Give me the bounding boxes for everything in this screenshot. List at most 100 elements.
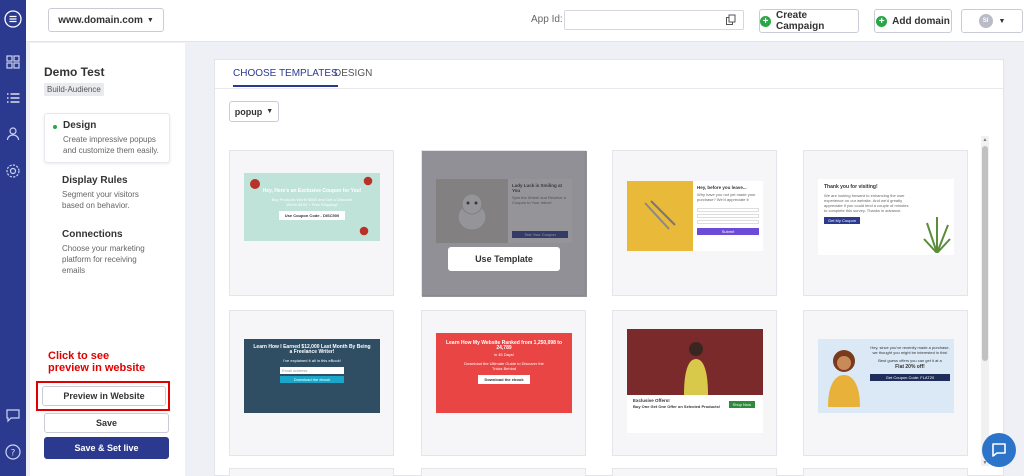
template-cta: Get My Coupon xyxy=(824,217,861,224)
template-body: We are looking forward to enhancing the … xyxy=(824,193,909,213)
menu-icon[interactable] xyxy=(4,10,22,28)
app-id-label: App Id: xyxy=(531,14,563,25)
step-title: Connections xyxy=(62,229,123,240)
dashboard-icon[interactable] xyxy=(4,53,22,71)
avatar: SI xyxy=(978,14,993,28)
template-body: I've explained it all in this eBook! xyxy=(283,358,341,363)
template-headline: Hey, since you've recently made a purcha… xyxy=(870,345,950,355)
template-card[interactable]: Hey, since you've recently made a purcha… xyxy=(803,310,968,456)
annotation-text: Click to see preview in website xyxy=(48,350,145,374)
ornament-icon xyxy=(250,179,260,189)
template-image xyxy=(627,181,693,251)
list-icon[interactable] xyxy=(4,89,22,107)
plant-icon xyxy=(923,217,951,253)
use-template-button[interactable]: Use Template xyxy=(448,247,560,271)
template-type-dropdown[interactable]: popup ▼ xyxy=(229,101,279,122)
step-description: Choose your marketing platform for recei… xyxy=(62,244,145,275)
template-card[interactable] xyxy=(421,468,586,476)
step-design[interactable]: Design Create impressive popups and cust… xyxy=(44,113,170,163)
help-icon[interactable]: ? xyxy=(4,443,22,461)
template-card[interactable]: Learn How My Website Ranked from 1,250,0… xyxy=(421,310,586,456)
step-display-rules[interactable]: Display Rules Segment your visitors base… xyxy=(44,169,170,217)
template-card[interactable] xyxy=(803,468,968,476)
active-step-dot xyxy=(53,125,57,129)
template-card[interactable] xyxy=(612,468,777,476)
caret-down-icon: ▼ xyxy=(266,108,274,115)
template-text-area: Hey, since you've recently made a purcha… xyxy=(866,343,950,409)
template-headline: Learn How My Website Ranked from 1,250,0… xyxy=(445,340,563,351)
live-chat-button[interactable] xyxy=(982,433,1016,467)
template-body: Why have you not yet made your purchase?… xyxy=(697,192,756,202)
template-cta: Shop Now xyxy=(728,401,755,408)
templates-panel: CHOOSE TEMPLATES DESIGN popup ▼ Hey, Her… xyxy=(214,59,1004,476)
template-card[interactable] xyxy=(229,468,394,476)
person-icon xyxy=(828,350,860,407)
add-domain-label: Add domain xyxy=(892,15,950,27)
left-rail: ? xyxy=(0,0,26,476)
template-body: Download the Ultimate Guide to Discover … xyxy=(464,361,544,371)
preview-in-website-button[interactable]: Preview in Website xyxy=(42,386,166,406)
person-icon xyxy=(684,342,708,395)
template-thumbnail: Exclusive Offers! Buy One Get One Offer … xyxy=(627,329,763,433)
template-card[interactable]: Exclusive Offers! Buy One Get One Offer … xyxy=(612,310,777,456)
save-button[interactable]: Save xyxy=(44,413,169,433)
template-headline: Learn How I Earned $12,000 Last Month By… xyxy=(253,344,371,355)
chat-bubble-icon[interactable] xyxy=(4,406,22,424)
template-cta: Download the ebook xyxy=(478,375,530,384)
template-thumbnail: Learn How My Website Ranked from 1,250,0… xyxy=(436,333,572,413)
step-title: Design xyxy=(63,120,97,131)
template-card[interactable]: Hey, before you leave... Why have you no… xyxy=(612,150,777,296)
template-option xyxy=(697,208,759,212)
create-campaign-button[interactable]: + Create Campaign xyxy=(759,9,859,33)
template-card-hovered[interactable]: Lady Luck is Smiling at You Spin the Whe… xyxy=(421,150,587,297)
template-cta: Submit xyxy=(697,228,759,235)
template-option xyxy=(697,220,759,224)
step-description: Create impressive popups and customize t… xyxy=(63,135,159,155)
campaign-sidebar: Demo Test Build-Audience Design Create i… xyxy=(30,43,185,476)
hover-overlay xyxy=(422,151,587,297)
svg-text:?: ? xyxy=(11,449,16,459)
save-and-set-live-button[interactable]: Save & Set live xyxy=(44,437,169,459)
tab-choose-templates[interactable]: CHOOSE TEMPLATES xyxy=(233,68,338,87)
step-title: Display Rules xyxy=(62,175,128,186)
scrollbar-thumb[interactable] xyxy=(982,146,988,361)
campaign-title: Demo Test xyxy=(44,65,105,79)
ornament-icon xyxy=(359,226,369,236)
template-thumbnail: Hey, since you've recently made a purcha… xyxy=(818,339,954,413)
create-campaign-label: Create Campaign xyxy=(775,10,825,32)
template-headline: Thank you for visiting! xyxy=(824,184,878,190)
template-card[interactable]: Learn How I Earned $12,000 Last Month By… xyxy=(229,310,394,456)
template-card[interactable]: Thank you for visiting! We are looking f… xyxy=(803,150,968,296)
template-cta: Use Coupon Code - DISC500 xyxy=(278,211,346,220)
template-text-area: Exclusive Offers! Buy One Get One Offer … xyxy=(627,395,763,412)
scroll-up-arrow-icon[interactable]: ▲ xyxy=(981,137,989,145)
template-body: Buy Products Worth $500 and Get a Discou… xyxy=(271,197,353,207)
template-thumbnail: Learn How I Earned $12,000 Last Month By… xyxy=(244,339,380,413)
caret-down-icon: ▼ xyxy=(998,17,1006,25)
app-id-field[interactable] xyxy=(564,10,744,30)
copy-icon[interactable] xyxy=(725,14,737,26)
template-highlight: Flat 20% off! xyxy=(895,364,925,370)
top-bar: www.domain.com ▼ App Id: + Create Campai… xyxy=(26,0,1024,42)
template-option xyxy=(697,214,759,218)
plus-circle-icon: + xyxy=(760,15,771,27)
template-headline: Hey, Here's an Exclusive Coupon for You! xyxy=(262,188,362,194)
tab-design[interactable]: DESIGN xyxy=(334,68,372,85)
pencils-icon xyxy=(644,200,676,230)
settings-gear-icon[interactable] xyxy=(4,162,22,180)
template-body: Buy One Get One Offer on Selected Produc… xyxy=(633,404,721,409)
domain-dropdown[interactable]: www.domain.com ▼ xyxy=(48,8,164,32)
step-connections[interactable]: Connections Choose your marketing platfo… xyxy=(44,223,170,282)
template-card[interactable]: Hey, Here's an Exclusive Coupon for You!… xyxy=(229,150,394,296)
user-menu-button[interactable]: SI ▼ xyxy=(961,9,1023,33)
template-image xyxy=(822,343,866,409)
template-thumbnail: Hey, before you leave... Why have you no… xyxy=(627,181,763,251)
add-domain-button[interactable]: + Add domain xyxy=(874,9,952,33)
annotation-line: preview in website xyxy=(48,362,146,374)
template-cta: Get Coupon Code: FLAT20 xyxy=(870,374,950,381)
template-thumbnail: Thank you for visiting! We are looking f… xyxy=(818,179,954,255)
user-icon[interactable] xyxy=(4,125,22,143)
template-type-label: popup xyxy=(234,106,263,117)
domain-label: www.domain.com xyxy=(58,14,143,26)
template-cta: Download the ebook xyxy=(280,376,344,383)
